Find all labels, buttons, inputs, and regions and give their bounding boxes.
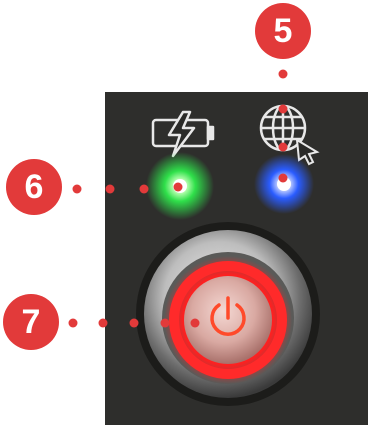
callout-5-label: 5 xyxy=(273,11,293,50)
callout-7: 7 xyxy=(3,294,59,350)
device-panel-photo xyxy=(68,69,368,425)
callout-5: 5 xyxy=(255,3,311,59)
callout-7-label: 7 xyxy=(21,302,41,341)
callout-6-label: 6 xyxy=(24,167,44,206)
callout-6: 6 xyxy=(6,159,62,215)
annotated-photo: 5 6 7 xyxy=(0,0,368,425)
